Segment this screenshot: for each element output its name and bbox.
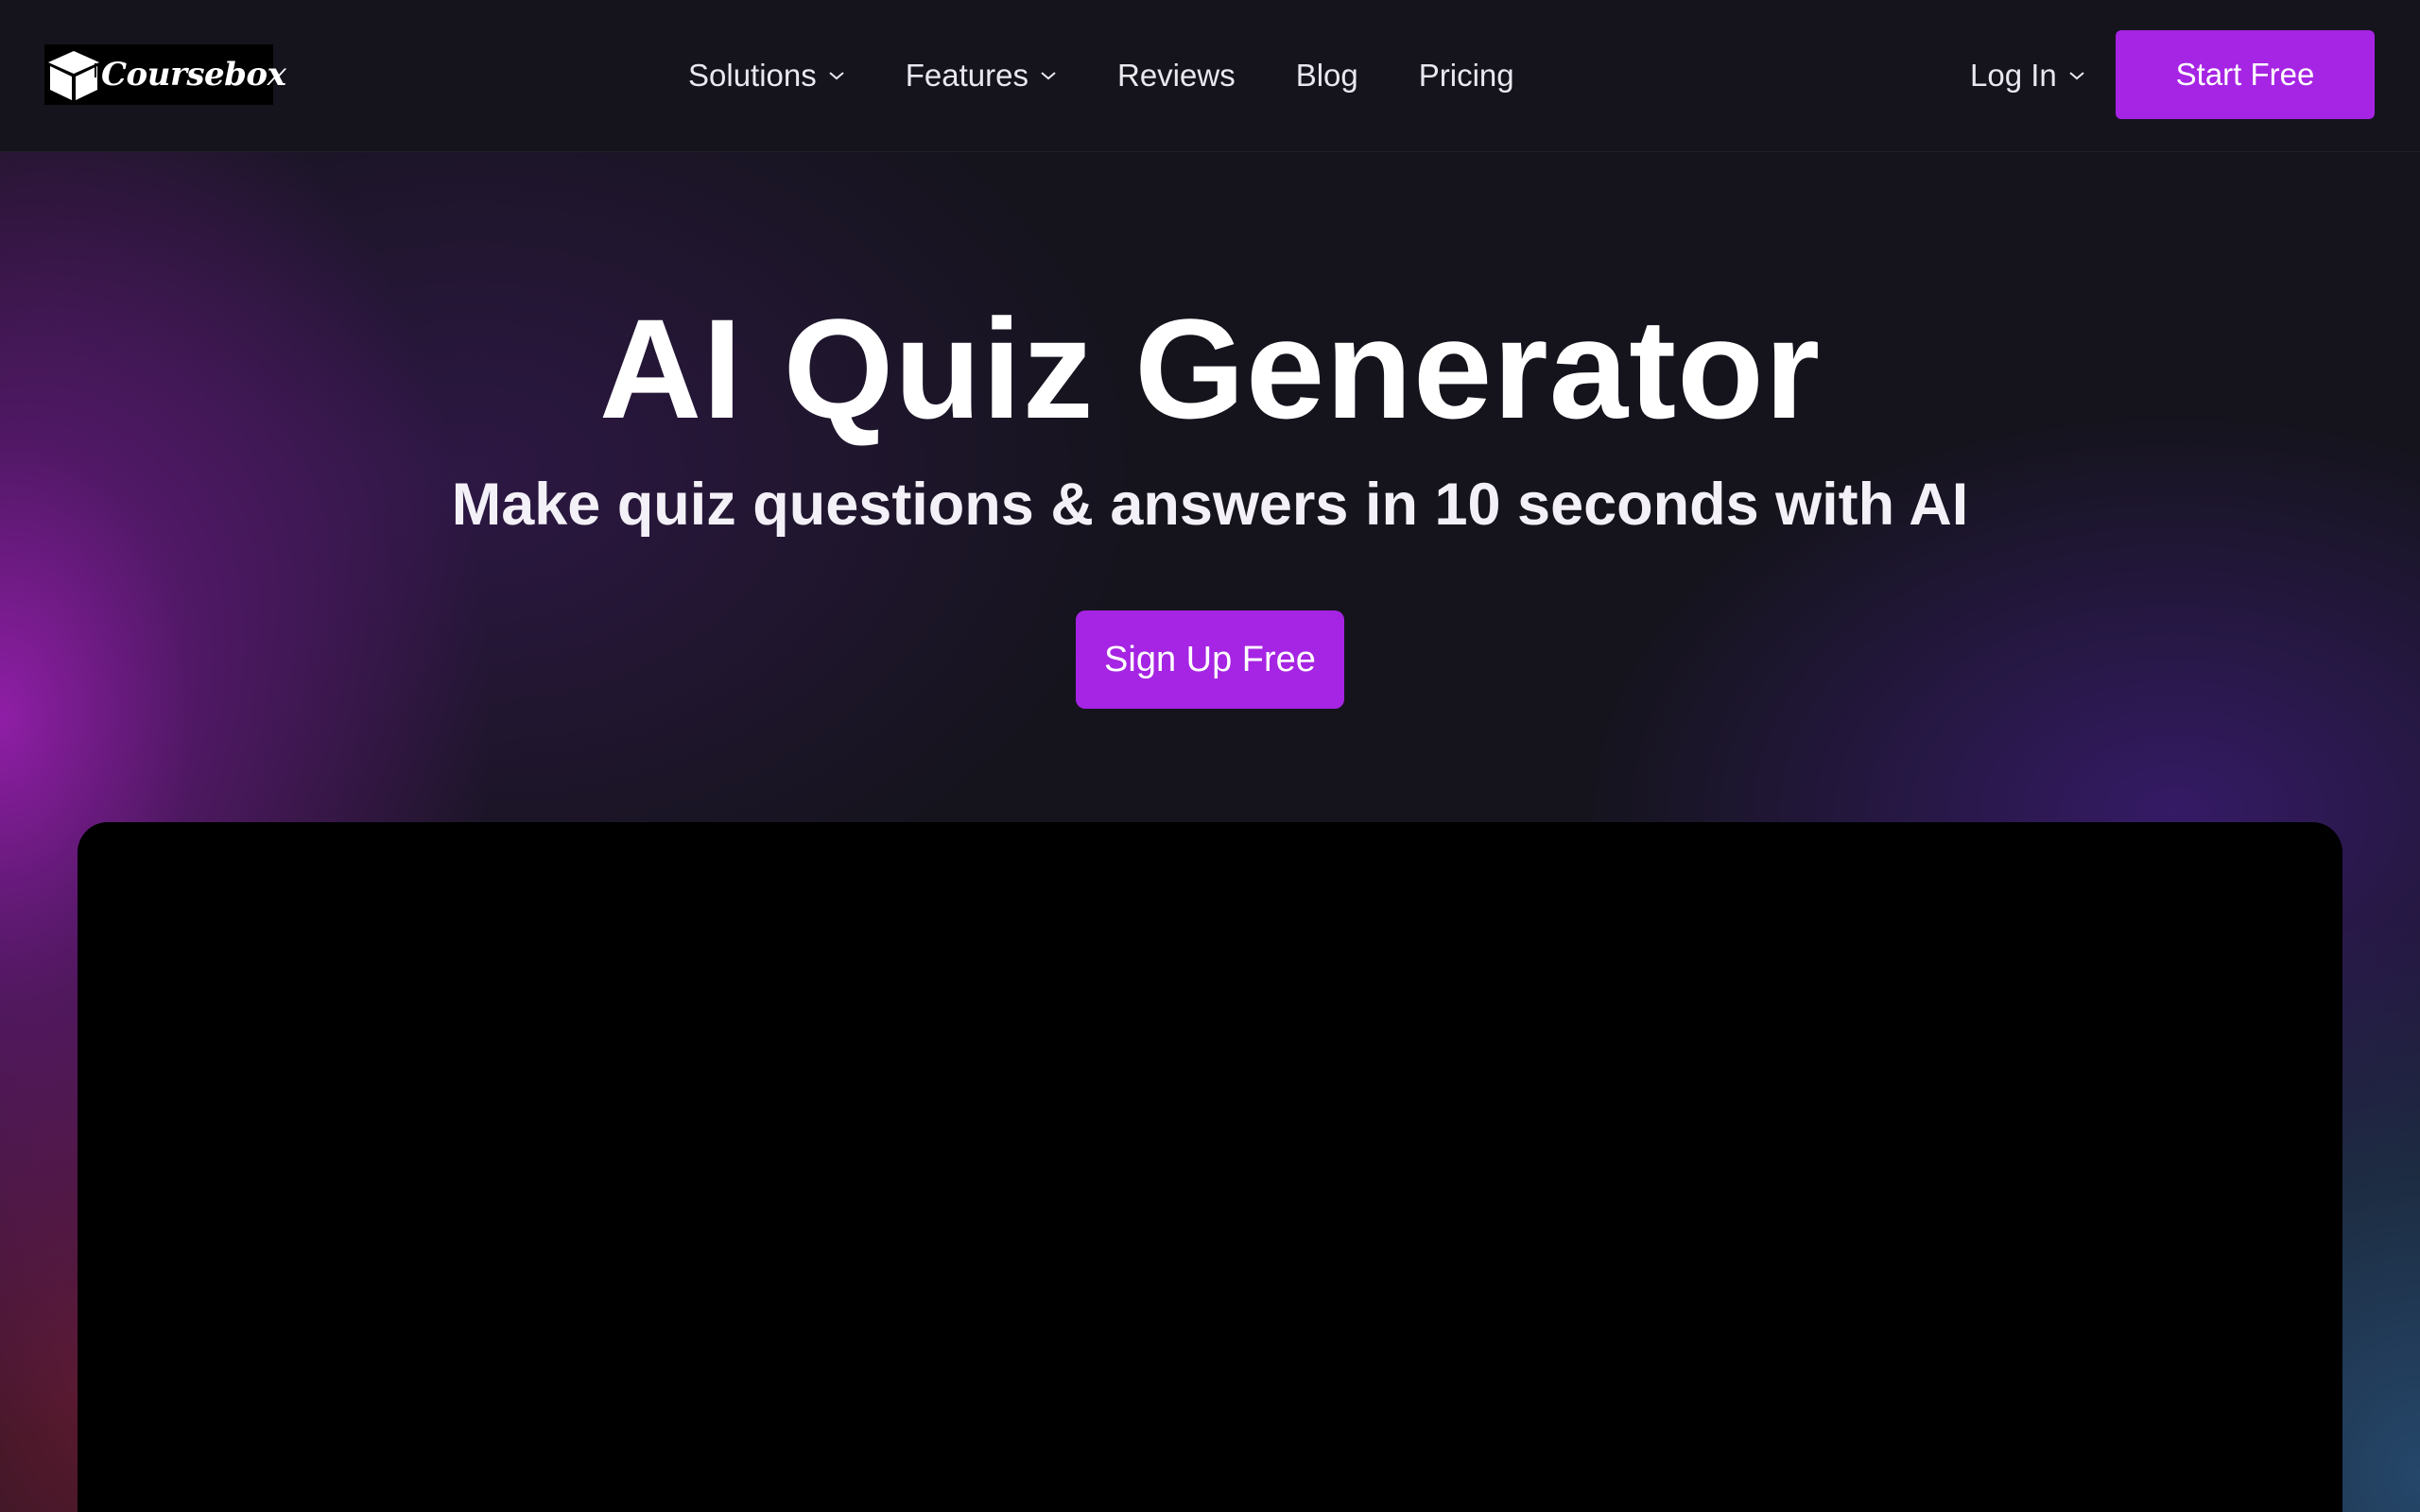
demo-video-frame[interactable] <box>78 822 2342 1512</box>
login-label: Log In <box>1970 58 2057 93</box>
nav-item-label: Solutions <box>688 58 817 93</box>
sign-up-free-button[interactable]: Sign Up Free <box>1076 610 1344 709</box>
top-navigation: Coursebox Solutions Features Reviews Blo… <box>0 0 2420 152</box>
chevron-down-icon <box>1040 70 1057 81</box>
brand-name: Coursebox <box>101 56 286 94</box>
graduation-cap-box-icon <box>44 44 103 105</box>
nav-item-label: Features <box>905 58 1028 93</box>
nav-item-solutions[interactable]: Solutions <box>688 58 845 94</box>
nav-item-pricing[interactable]: Pricing <box>1419 58 1514 94</box>
chevron-down-icon <box>828 70 845 81</box>
nav-item-features[interactable]: Features <box>906 58 1057 94</box>
main-nav: Solutions Features Reviews Blog Pricing <box>688 49 1575 102</box>
nav-item-label: Pricing <box>1418 58 1514 93</box>
page: Coursebox Solutions Features Reviews Blo… <box>0 0 2420 1512</box>
hero-subtitle: Make quiz questions & answers in 10 seco… <box>451 472 1969 538</box>
nav-item-blog[interactable]: Blog <box>1296 58 1358 94</box>
login-dropdown[interactable]: Log In <box>1970 49 2085 102</box>
chevron-down-icon <box>2068 70 2085 81</box>
nav-item-reviews[interactable]: Reviews <box>1117 58 1236 94</box>
nav-item-label: Blog <box>1295 58 1358 93</box>
page-title: AI Quiz Generator <box>598 289 1822 448</box>
brand-logo[interactable]: Coursebox <box>44 44 286 105</box>
start-free-button[interactable]: Start Free <box>2116 30 2375 119</box>
nav-item-label: Reviews <box>1117 58 1236 93</box>
